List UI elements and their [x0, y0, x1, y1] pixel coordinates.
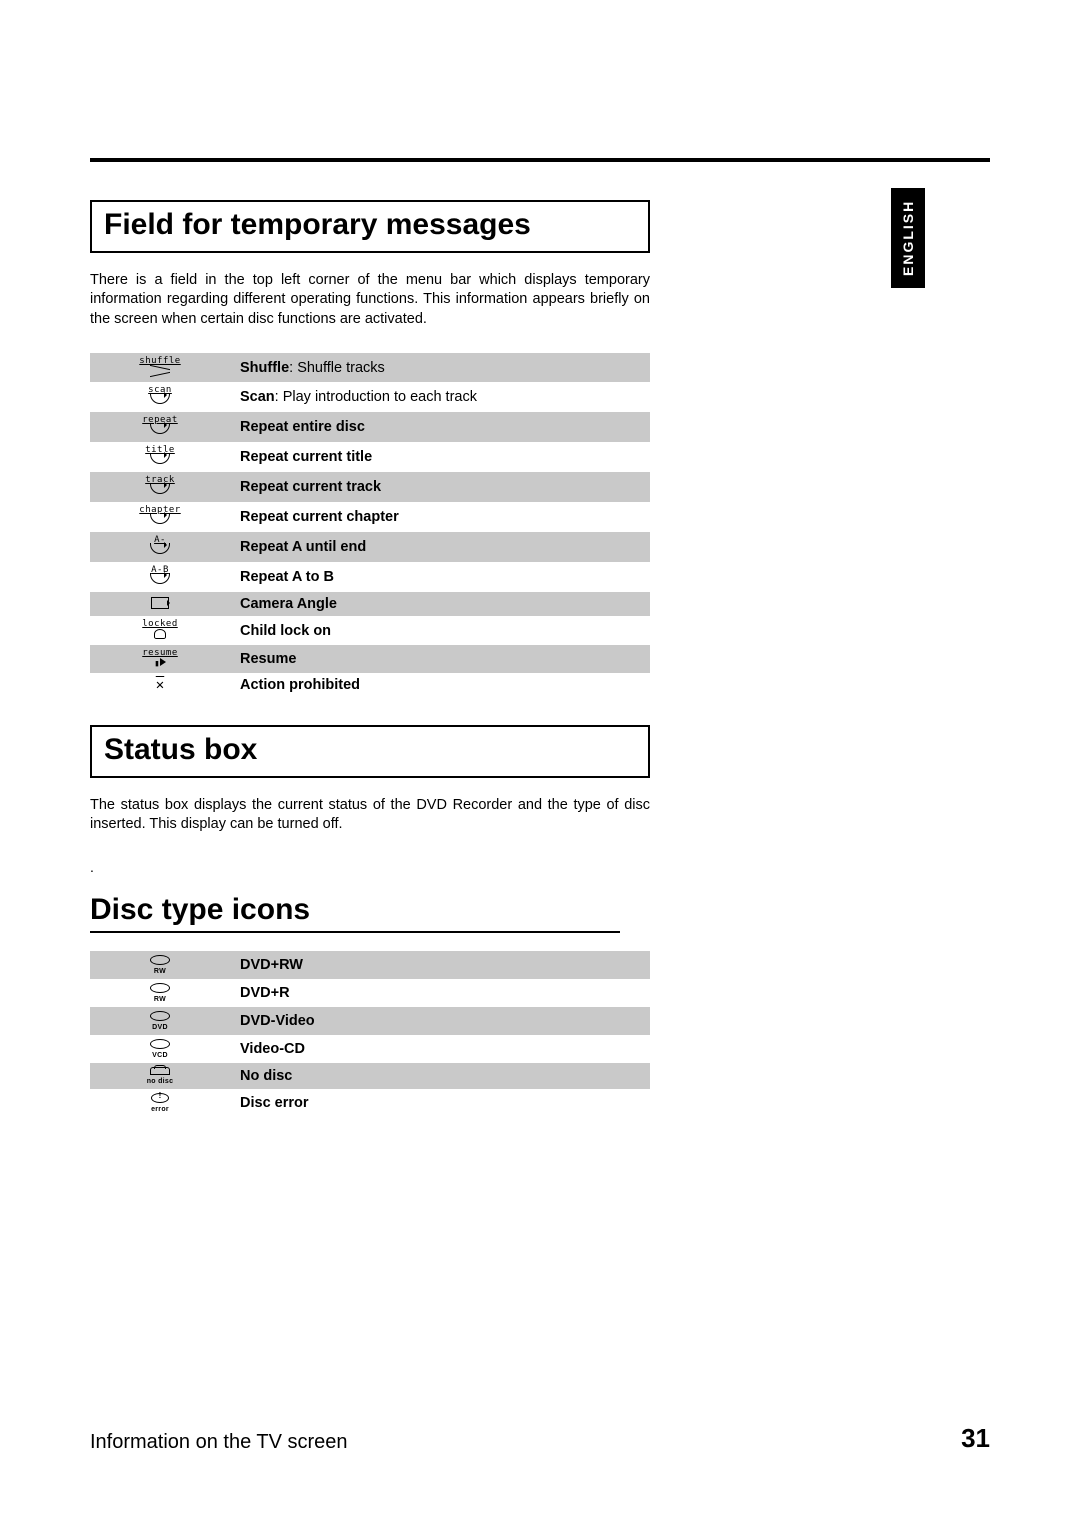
child-lock-icon: locked — [90, 616, 230, 645]
table-row: VCD Video-CD — [90, 1035, 650, 1063]
row-label: No disc — [230, 1063, 650, 1089]
table-row: shuffle Shuffle: Shuffle tracks — [90, 353, 650, 382]
footer-title: Information on the TV screen — [90, 1431, 348, 1454]
table-row: error Disc error — [90, 1089, 650, 1117]
table-row: locked Child lock on — [90, 616, 650, 645]
no-disc-icon: no disc — [90, 1063, 230, 1089]
table-row: no disc No disc — [90, 1063, 650, 1089]
dvd-rw-icon: RW — [90, 951, 230, 979]
table-row: RW DVD+R — [90, 979, 650, 1007]
resume-icon: resume▮ — [90, 645, 230, 673]
heading-disc-type-icons: Disc type icons — [90, 893, 620, 933]
heading-status-box: Status box — [90, 725, 650, 778]
table-row: resume▮ Resume — [90, 645, 650, 673]
language-tab: ENGLISH — [891, 188, 925, 288]
row-label: DVD-Video — [230, 1007, 650, 1035]
table-row: chapter Repeat current chapter — [90, 502, 650, 532]
row-label: Repeat entire disc — [230, 412, 650, 442]
repeat-chapter-icon: chapter — [90, 502, 230, 532]
table-row: scan Scan: Play introduction to each tra… — [90, 382, 650, 412]
row-label: Repeat current title — [230, 442, 650, 472]
paragraph-temp-messages: There is a field in the top left corner … — [90, 271, 650, 330]
table-row: track Repeat current track — [90, 472, 650, 502]
shuffle-icon: shuffle — [90, 353, 230, 382]
table-row: A-B Repeat A to B — [90, 562, 650, 592]
row-label: DVD+R — [230, 979, 650, 1007]
table-row: Camera Angle — [90, 592, 650, 616]
table-row: RW DVD+RW — [90, 951, 650, 979]
disc-type-table: RW DVD+RW RW DVD+R DVD DVD-Video VCD — [90, 951, 650, 1117]
temp-messages-table: shuffle Shuffle: Shuffle tracks scan Sca… — [90, 353, 650, 697]
row-label: Resume — [230, 645, 650, 673]
row-label: Repeat A until end — [230, 532, 650, 562]
repeat-icon: repeat — [90, 412, 230, 442]
repeat-a-icon: A- — [90, 532, 230, 562]
repeat-title-icon: title — [90, 442, 230, 472]
row-label: Repeat current chapter — [230, 502, 650, 532]
table-row: DVD DVD-Video — [90, 1007, 650, 1035]
row-label: Action prohibited — [230, 673, 650, 697]
prohibited-icon: ✕ — [90, 673, 230, 697]
repeat-track-icon: track — [90, 472, 230, 502]
table-row: repeat Repeat entire disc — [90, 412, 650, 442]
repeat-ab-icon: A-B — [90, 562, 230, 592]
disc-error-icon: error — [90, 1089, 230, 1117]
heading-temp-messages: Field for temporary messages — [90, 200, 650, 253]
row-label: DVD+RW — [230, 951, 650, 979]
row-label: Shuffle: Shuffle tracks — [230, 353, 650, 382]
table-row: title Repeat current title — [90, 442, 650, 472]
row-label: Repeat A to B — [230, 562, 650, 592]
scan-icon: scan — [90, 382, 230, 412]
dot-line: . — [90, 859, 650, 875]
row-label: Video-CD — [230, 1035, 650, 1063]
dvd-video-icon: DVD — [90, 1007, 230, 1035]
vcd-icon: VCD — [90, 1035, 230, 1063]
row-label: Camera Angle — [230, 592, 650, 616]
top-rule — [90, 158, 990, 162]
row-label: Repeat current track — [230, 472, 650, 502]
camera-angle-icon — [90, 592, 230, 616]
paragraph-status-box: The status box displays the current stat… — [90, 796, 650, 835]
table-row: ✕ Action prohibited — [90, 673, 650, 697]
table-row: A- Repeat A until end — [90, 532, 650, 562]
page-footer: Information on the TV screen 31 — [90, 1423, 990, 1454]
row-label: Child lock on — [230, 616, 650, 645]
page-number: 31 — [961, 1423, 990, 1454]
row-label: Disc error — [230, 1089, 650, 1117]
dvd-r-icon: RW — [90, 979, 230, 1007]
row-label: Scan: Play introduction to each track — [230, 382, 650, 412]
